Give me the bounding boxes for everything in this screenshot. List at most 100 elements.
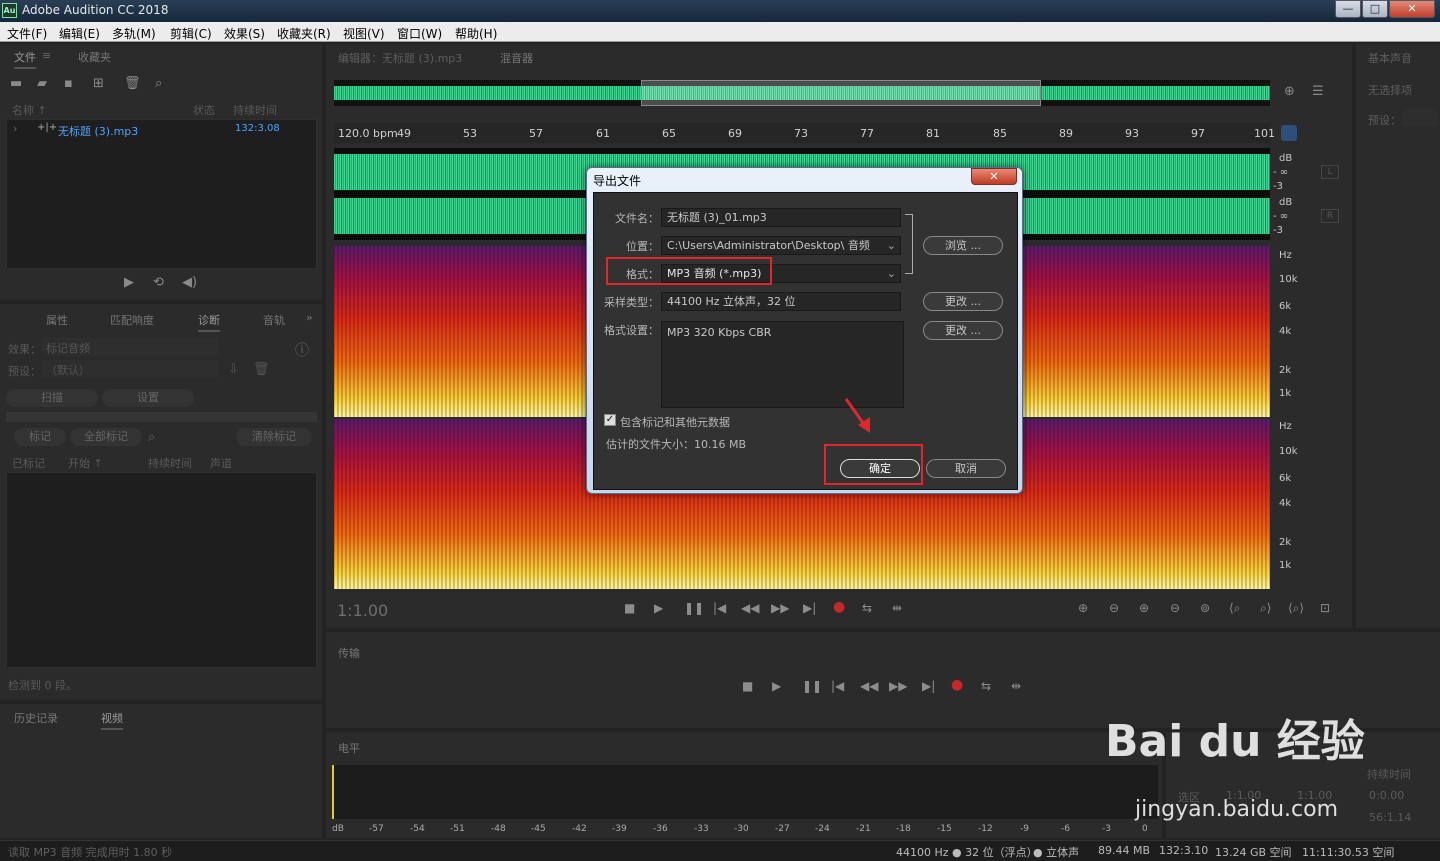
overview-waveform[interactable] (334, 80, 1270, 106)
clear-marks-button[interactable]: 清除标记 (236, 428, 312, 446)
col-duration[interactable]: 持续时间 (233, 102, 277, 118)
tab-video[interactable]: 视频 (101, 710, 123, 730)
tab-files-menu-icon[interactable]: ≡ (42, 49, 51, 62)
zoom-reset-icon[interactable]: ⊡ (1320, 601, 1330, 615)
menu-file[interactable]: 文件(F) (7, 25, 47, 42)
zoom-sel-in-icon[interactable]: ⟨⌕ (1229, 601, 1240, 616)
include-markers-checkbox[interactable]: ✓ (604, 414, 616, 426)
tab-favorites[interactable]: 收藏夹 (78, 49, 111, 65)
tab-diagnostics[interactable]: 诊断 (198, 312, 220, 332)
tab-match-loudness[interactable]: 匹配响度 (110, 312, 154, 328)
tab-files[interactable]: 文件 (14, 49, 36, 69)
close-button[interactable]: ✕ (1389, 0, 1435, 18)
menu-window[interactable]: 窗口(W) (397, 25, 442, 42)
effect-select[interactable]: 标记音频 (42, 338, 219, 356)
loop-icon[interactable]: ⇆ (862, 601, 872, 615)
zoom-out-amp-icon[interactable]: ⊖ (1109, 601, 1119, 615)
tab-tracks[interactable]: 音轨 (263, 312, 285, 328)
location-select[interactable]: C:\Users\Administrator\Desktop\ 音频 ⌄ (661, 236, 901, 255)
loop-icon[interactable]: ⇆ (981, 679, 991, 693)
maximize-button[interactable]: □ (1362, 0, 1388, 18)
autoplay-icon[interactable]: ◀) (182, 275, 197, 290)
search-icon-2[interactable]: ⌕ (148, 430, 155, 445)
zoom-sel-out-icon[interactable]: ⌕⟩ (1260, 601, 1271, 616)
dialog-close-button[interactable]: ✕ (971, 168, 1017, 185)
search-icon[interactable]: ⌕ (155, 76, 162, 91)
fast-forward-icon[interactable]: ▶▶ (889, 679, 907, 693)
scan-button[interactable]: 扫描 (6, 389, 98, 407)
rewind-icon[interactable]: ◀◀ (741, 601, 759, 615)
sample-type-label: 采样类型： (604, 296, 659, 309)
splitter[interactable] (6, 412, 317, 422)
delete-icon[interactable]: 🗑 (124, 76, 141, 91)
preset-select[interactable]: （默认） (42, 360, 219, 378)
go-end-icon[interactable]: ▶| (922, 679, 935, 693)
menu-clip[interactable]: 剪辑(C) (170, 25, 212, 42)
save-preset-icon[interactable]: ⇩ (228, 362, 239, 377)
menu-help[interactable]: 帮助(H) (455, 25, 497, 42)
settings-button[interactable]: 设置 (102, 389, 194, 407)
menu-favorites[interactable]: 收藏夹(R) (277, 25, 331, 42)
skip-icon[interactable]: ⇹ (1011, 679, 1021, 693)
sync-icon[interactable] (1281, 125, 1297, 141)
stop-icon[interactable]: ■ (624, 601, 635, 615)
record-icon[interactable]: ● (951, 677, 963, 693)
expand-icon[interactable]: › (13, 122, 17, 135)
record-icon[interactable]: ● (833, 599, 845, 615)
col-start[interactable]: 开始 ↑ (68, 455, 103, 471)
col-status[interactable]: 状态 (193, 102, 215, 118)
zoom-out-time-icon[interactable]: ⊖ (1170, 601, 1180, 615)
play-icon[interactable]: ▶ (654, 601, 663, 615)
preset-select-right[interactable] (1402, 108, 1438, 126)
play-icon[interactable]: ▶ (124, 275, 134, 290)
stop-icon[interactable]: ■ (742, 679, 753, 693)
mark-button[interactable]: 标记 (14, 428, 66, 446)
tab-editor[interactable]: 编辑器：无标题 (3).mp3 (338, 50, 462, 66)
overview-viewport[interactable] (641, 80, 1041, 106)
insert-icon[interactable]: ⊞ (93, 76, 104, 91)
zoom-full-icon[interactable]: ⊚ (1200, 601, 1210, 615)
col-duration-2[interactable]: 持续时间 (148, 455, 192, 471)
menu-multitrack[interactable]: 多轨(M) (112, 25, 156, 42)
minimize-button[interactable]: — (1335, 0, 1361, 18)
channel-left-button[interactable]: L (1321, 165, 1339, 179)
delete-preset-icon[interactable]: 🗑 (253, 362, 270, 377)
change-sample-button[interactable]: 更改 ... (923, 292, 1003, 311)
loop-icon[interactable]: ⟲ (153, 275, 164, 290)
zoom-in-time-icon[interactable]: ⊕ (1139, 601, 1149, 615)
cancel-button[interactable]: 取消 (926, 459, 1006, 478)
tab-properties[interactable]: 属性 (46, 312, 68, 328)
skip-icon[interactable]: ⇹ (892, 601, 902, 615)
pause-icon[interactable]: ❚❚ (802, 679, 822, 693)
play-icon[interactable]: ▶ (772, 679, 781, 693)
menu-edit[interactable]: 编辑(E) (59, 25, 100, 42)
go-end-icon[interactable]: ▶| (803, 601, 816, 615)
open-folder-icon[interactable]: ▬ (10, 76, 22, 91)
pause-icon[interactable]: ❚❚ (684, 601, 704, 615)
tab-history[interactable]: 历史记录 (14, 710, 58, 726)
col-name[interactable]: 名称 ↑ (12, 102, 47, 118)
col-channel[interactable]: 声道 (210, 455, 232, 471)
col-marked[interactable]: 已标记 (12, 455, 45, 471)
list-icon[interactable]: ☰ (1312, 84, 1324, 99)
browse-button[interactable]: 浏览 ... (923, 236, 1003, 255)
rewind-icon[interactable]: ◀◀ (860, 679, 878, 693)
zoom-icon[interactable]: ⊕ (1284, 84, 1295, 99)
tab-mixer[interactable]: 混音器 (500, 50, 533, 66)
info-icon[interactable]: ⓘ (295, 340, 309, 360)
filename-input[interactable]: 无标题 (3)_01.mp3 (661, 208, 901, 227)
fast-forward-icon[interactable]: ▶▶ (771, 601, 789, 615)
mark-all-button[interactable]: 全部标记 (70, 428, 142, 446)
zoom-in-amp-icon[interactable]: ⊕ (1078, 601, 1088, 615)
go-start-icon[interactable]: |◀ (831, 679, 844, 693)
go-start-icon[interactable]: |◀ (713, 601, 726, 615)
list-item[interactable]: › +|+ 无标题 (3).mp3 132:3.08 (7, 121, 316, 138)
channel-right-button[interactable]: R (1321, 209, 1339, 223)
change-settings-button[interactable]: 更改 ... (923, 321, 1003, 340)
import-icon[interactable]: ▰ (37, 76, 47, 91)
menu-view[interactable]: 视图(V) (343, 25, 385, 42)
zoom-all-icon[interactable]: ⟨⌕⟩ (1288, 601, 1304, 616)
menu-effects[interactable]: 效果(S) (224, 25, 265, 42)
more-tabs-icon[interactable]: » (306, 311, 313, 324)
new-file-icon[interactable]: ▪ (64, 76, 73, 91)
